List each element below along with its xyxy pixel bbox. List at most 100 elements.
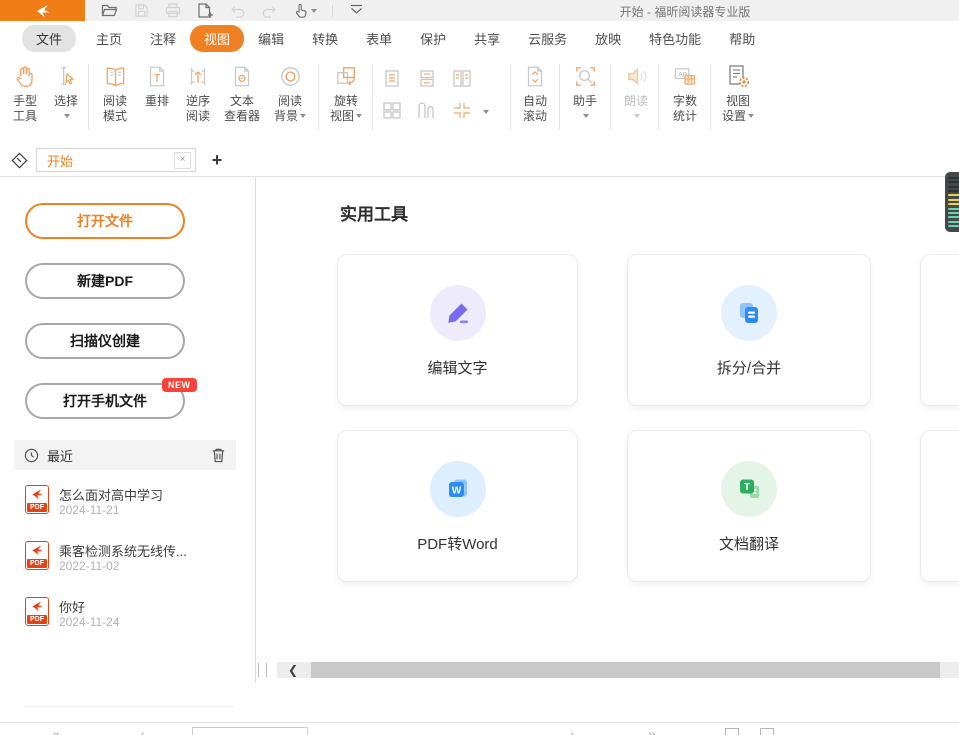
save-icon[interactable] <box>132 2 150 20</box>
recent-file-item[interactable]: PDF 你好 2024-11-24 <box>25 595 235 641</box>
two-pages-icon[interactable] <box>417 102 437 119</box>
card-label: 编辑文字 <box>338 357 577 378</box>
recent-file-item[interactable]: PDF 怎么面对高中学习 2024-11-21 <box>25 483 235 529</box>
recent-file-name: 你好 <box>59 597 231 616</box>
scroll-left-icon[interactable]: ❮ <box>283 662 303 678</box>
recent-file-date: 2022-11-02 <box>59 559 120 573</box>
tab-start[interactable]: 开始 × <box>36 148 196 172</box>
last-page-button[interactable]: » <box>648 727 656 735</box>
word-count-button[interactable]: AB 字数统计 <box>662 60 708 124</box>
menu-tab-comment[interactable]: 注释 <box>136 25 190 52</box>
open-mobile-file-button[interactable]: 打开手机文件 NEW <box>25 383 185 419</box>
page-title: 实用工具 <box>340 200 408 225</box>
card-doc-translate[interactable]: T 文档翻译 <box>627 430 871 582</box>
text-viewer-button[interactable]: 文本查看器 <box>219 60 265 124</box>
card-partial[interactable] <box>920 430 959 582</box>
auto-scroll-button[interactable]: 自动滚动 <box>513 60 557 124</box>
rotate-view-icon <box>322 60 370 92</box>
menu-tab-file[interactable]: 文件 <box>22 25 76 52</box>
page-layout-dropdown[interactable] <box>483 110 489 114</box>
assistant-button[interactable]: 助手 <box>563 60 607 124</box>
reflow-icon <box>137 60 177 92</box>
tab-start-label: 开始 <box>47 151 174 170</box>
text-viewer-icon <box>219 60 265 92</box>
pen-icon[interactable] <box>8 149 30 171</box>
floating-widget[interactable] <box>945 172 959 232</box>
next-page-button[interactable]: › <box>570 727 575 735</box>
menu-tab-view[interactable]: 视图 <box>190 25 244 52</box>
menu-tab-help[interactable]: 帮助 <box>715 25 769 52</box>
reflow-button[interactable]: 重排 <box>137 60 177 109</box>
recent-file-item[interactable]: PDF 乘客检测系统无线传... 2022-11-02 <box>25 539 235 585</box>
new-document-icon[interactable] <box>196 2 214 20</box>
card-edit-text[interactable]: 编辑文字 <box>337 254 578 406</box>
menu-tab-protect[interactable]: 保护 <box>406 25 460 52</box>
app-logo[interactable] <box>0 0 85 21</box>
single-page-icon[interactable] <box>382 70 402 87</box>
trash-icon[interactable] <box>211 447 226 463</box>
foxit-logo-icon <box>35 4 51 18</box>
undo-icon[interactable] <box>228 2 246 20</box>
sidebar: 打开文件 新建PDF 扫描仪创建 打开手机文件 NEW 最近 PDF <box>0 177 255 683</box>
read-background-button[interactable]: 阅读背景 <box>265 60 315 124</box>
menu-tab-edit[interactable]: 编辑 <box>244 25 298 52</box>
menu-tab-present[interactable]: 放映 <box>581 25 635 52</box>
recent-file-date: 2024-11-21 <box>59 503 120 517</box>
read-mode-button[interactable]: 阅读模式 <box>93 60 137 124</box>
scanner-create-button[interactable]: 扫描仪创建 <box>25 323 185 359</box>
card-partial[interactable] <box>920 254 959 406</box>
card-pdf-to-word[interactable]: W PDF转Word <box>337 430 578 582</box>
open-file-button[interactable]: 打开文件 <box>25 203 185 239</box>
continuous-icon[interactable] <box>417 70 437 87</box>
sidebar-divider <box>255 177 256 683</box>
page-layout-icon[interactable] <box>760 728 774 735</box>
svg-text:T: T <box>744 482 750 493</box>
reverse-read-icon <box>177 60 219 92</box>
tab-close-icon[interactable]: × <box>174 152 191 169</box>
horizontal-scrollbar[interactable]: ❮ <box>277 662 959 678</box>
redo-icon[interactable] <box>260 2 278 20</box>
hand-pointer-icon[interactable] <box>292 2 318 20</box>
pane-resize-handle[interactable] <box>258 663 267 677</box>
add-tab-button[interactable]: + <box>207 148 227 172</box>
read-aloud-icon <box>614 60 658 92</box>
open-folder-icon[interactable] <box>100 2 118 20</box>
split-view-icon[interactable] <box>452 102 472 119</box>
quad-pages-icon[interactable] <box>382 102 402 119</box>
select-tool-button[interactable]: 选择 <box>46 60 86 124</box>
title-bar: 开始 - 福昕阅读器专业版 <box>0 0 959 21</box>
page-number-input[interactable] <box>192 727 308 735</box>
menu-tab-features[interactable]: 特色功能 <box>635 25 715 52</box>
hand-tool-button[interactable]: 手型工具 <box>4 60 46 124</box>
menu-tab-cloud[interactable]: 云服务 <box>514 25 581 52</box>
assistant-icon <box>563 60 607 92</box>
page-layout-group <box>378 64 506 130</box>
new-pdf-button[interactable]: 新建PDF <box>25 263 185 299</box>
menu-tab-form[interactable]: 表单 <box>352 25 406 52</box>
window-title: 开始 - 福昕阅读器专业版 <box>560 3 810 20</box>
rotate-view-button[interactable]: 旋转视图 <box>322 60 370 124</box>
read-mode-icon <box>93 60 137 92</box>
pdf-file-icon: PDF <box>25 541 49 570</box>
document-tab-bar: 开始 × + <box>0 142 959 177</box>
recent-title: 最近 <box>47 446 211 465</box>
foxit-reader-window: 开始 - 福昕阅读器专业版 文件 主页 注释 视图 编辑 转换 表单 保护 共享… <box>0 0 959 735</box>
card-split-merge[interactable]: 拆分/合并 <box>627 254 871 406</box>
scrollbar-thumb[interactable] <box>311 662 940 678</box>
new-badge: NEW <box>162 378 197 392</box>
read-aloud-button[interactable]: 朗读 <box>614 60 658 124</box>
pdf-file-icon: PDF <box>25 485 49 514</box>
menu-tab-convert[interactable]: 转换 <box>298 25 352 52</box>
reverse-read-button[interactable]: 逆序阅读 <box>177 60 219 124</box>
recent-file-name: 乘客检测系统无线传... <box>59 541 231 560</box>
customize-toolbar-icon[interactable] <box>347 2 365 20</box>
facing-icon[interactable] <box>452 70 472 87</box>
menu-tab-home[interactable]: 主页 <box>82 25 136 52</box>
view-settings-button[interactable]: 视图设置 <box>713 60 763 124</box>
prev-page-button[interactable]: ‹ <box>140 727 145 735</box>
clock-icon <box>24 448 39 463</box>
menu-tab-share[interactable]: 共享 <box>460 25 514 52</box>
print-icon[interactable] <box>164 2 182 20</box>
first-page-button[interactable]: « <box>52 727 60 735</box>
page-view-icon[interactable] <box>725 728 739 735</box>
